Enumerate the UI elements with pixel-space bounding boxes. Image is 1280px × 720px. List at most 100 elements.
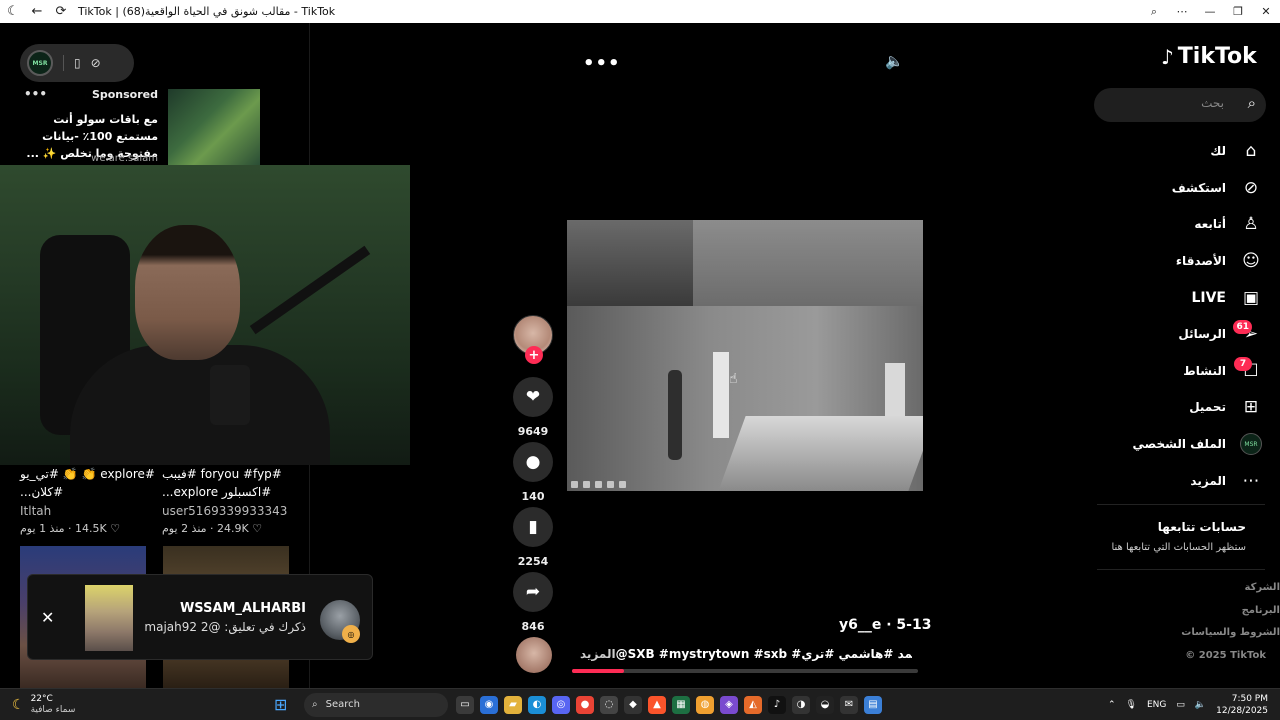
windows-start-icon[interactable]: ⊞	[274, 695, 298, 714]
sponsored-card[interactable]: ••• Sponsored مع باقات سولو أنت مستمتع 1…	[20, 85, 288, 165]
channel-avatar[interactable]: MSR	[27, 50, 53, 76]
caption-more-link[interactable]: المزيد	[580, 647, 616, 661]
discord-icon[interactable]: ◎	[552, 695, 570, 714]
sidebar-item-live[interactable]: LIVE ▣	[1082, 279, 1262, 316]
menu-icon[interactable]: ⋯	[1168, 0, 1196, 23]
copilot-icon[interactable]: ◉	[480, 695, 498, 714]
sidebar-item-messages[interactable]: الرسائل ➢ 61	[1082, 316, 1262, 353]
video-caption: المزيد @SXB #mystrytown #sxb #شونق #احمد…	[580, 647, 912, 661]
sidebar-item-following[interactable]: أتابعه ♙	[1082, 206, 1262, 243]
ad-thumbnail[interactable]	[168, 89, 260, 165]
app-badge-icon[interactable]: ◍	[696, 695, 714, 714]
system-tray: ⌃ 🎙 ENG ▭ 🔈 7:50 PM 12/28/2025	[1108, 693, 1280, 717]
app-icon[interactable]: ◈	[720, 695, 738, 714]
profile-avatar: MSR	[1240, 433, 1262, 456]
video-user: Itltah	[20, 504, 52, 518]
task-view-icon[interactable]: ▭	[456, 695, 474, 714]
app-icon[interactable]: ◆	[624, 695, 642, 714]
share-action[interactable]: ➦ 846	[513, 572, 553, 633]
mic-arm	[249, 245, 371, 335]
video-progress-bar[interactable]	[572, 669, 918, 673]
footer-program[interactable]: البرنامج	[1242, 605, 1280, 616]
weather-widget[interactable]: ☾ 22°C سماء صافية	[0, 694, 260, 715]
sidebar-item-friends[interactable]: الأصدقاء ☺	[1082, 243, 1262, 280]
sidebar-item-more[interactable]: المزيد ⋯	[1082, 462, 1262, 499]
sidebar-item-activity[interactable]: النشاط ☐ 7	[1082, 353, 1262, 390]
restore-button[interactable]: ❐	[1224, 0, 1252, 23]
footer-company[interactable]: الشركة	[1245, 582, 1280, 593]
divider	[1097, 504, 1265, 505]
sidebar-item-upload[interactable]: تحميل ⊞	[1082, 389, 1262, 426]
zoom-icon[interactable]: ⌕	[1140, 0, 1168, 23]
friends-icon: ☺	[1242, 251, 1260, 272]
notification-thumbnail[interactable]	[85, 585, 133, 651]
mobile-icon[interactable]: ▯	[74, 56, 81, 70]
video-controls	[571, 481, 626, 488]
app-icon[interactable]: ◭	[744, 695, 762, 714]
sidebar-item-foryou[interactable]: لك ⌂	[1082, 133, 1262, 170]
footer-terms[interactable]: الشروط والسياسات	[1181, 627, 1280, 638]
caption-user[interactable]: y6__e · 5-13	[839, 617, 931, 633]
tiktok-taskbar-icon[interactable]: ♪	[768, 695, 786, 714]
sidebar-item-profile[interactable]: الملف الشخصي MSR	[1082, 426, 1262, 463]
language-indicator[interactable]: ENG	[1147, 700, 1166, 710]
close-window-button[interactable]: ✕	[1252, 0, 1280, 23]
volume-icon[interactable]: 🔈	[885, 52, 904, 70]
activity-badge: 7	[1234, 356, 1252, 371]
sidebar-item-explore[interactable]: استكشف ⊘	[1082, 170, 1262, 207]
comment-icon[interactable]: ●	[513, 442, 553, 482]
tiktok-note-icon: ♪	[1161, 44, 1174, 69]
video-user: user5169339933343	[162, 504, 288, 518]
bookmark-icon[interactable]: ▮	[513, 507, 553, 547]
chrome-icon[interactable]: ●	[576, 695, 594, 714]
video-meta: ♡ 24.9K · منذ 2 يوم	[162, 522, 263, 535]
video-card[interactable]: #explore 👏 👏 #تي_يو #كلان... Itltah ♡ 14…	[20, 465, 160, 538]
close-icon[interactable]: ✕	[41, 608, 54, 627]
excel-icon[interactable]: ▦	[672, 695, 690, 714]
back-arrow-icon[interactable]: ←	[28, 3, 46, 21]
upload-icon: ⊞	[1243, 397, 1259, 418]
video-card[interactable]: #foryou #fyp #فيبب #اكسبلور explore... u…	[162, 465, 302, 538]
search-input[interactable]: بحث ⌕	[1094, 88, 1266, 122]
logo-text: TikTok	[1177, 44, 1257, 69]
video-wall	[693, 220, 923, 306]
comment-action[interactable]: ● 140	[513, 442, 553, 503]
more-options-icon[interactable]: •••	[583, 53, 621, 74]
save-action[interactable]: ▮ 2254	[513, 507, 553, 568]
photos-icon[interactable]: ▤	[864, 695, 882, 714]
heart-icon[interactable]: ❤	[513, 377, 553, 417]
follow-button[interactable]: +	[525, 346, 543, 364]
minimize-button[interactable]: —	[1196, 0, 1224, 23]
share-icon[interactable]: ➦	[513, 572, 553, 612]
search-icon[interactable]: ⌕	[1248, 94, 1256, 112]
tiktok-logo[interactable]: ♪ TikTok	[1161, 44, 1257, 69]
app-icon[interactable]: ◒	[816, 695, 834, 714]
video-lamp	[713, 352, 729, 438]
mouse-cursor-icon: ☝	[729, 371, 738, 387]
video-bed	[718, 416, 923, 491]
network-icon[interactable]: ▭	[1176, 700, 1185, 710]
chevron-up-icon[interactable]: ⌃	[1108, 700, 1116, 710]
file-explorer-icon[interactable]: ▰	[504, 695, 522, 714]
brave-icon[interactable]: ▲	[648, 695, 666, 714]
reload-icon[interactable]: ⟳	[52, 3, 70, 21]
mention-notification[interactable]: ✕ WSSAM_ALHARBI ذكرك في تعليق: @majah92 …	[27, 574, 373, 660]
sound-avatar[interactable]	[516, 637, 552, 673]
ad-options-icon[interactable]: •••	[24, 87, 47, 101]
compass-icon: ⊘	[1243, 177, 1259, 198]
video-player[interactable]	[567, 220, 923, 491]
like-action[interactable]: ❤ 9649	[513, 377, 553, 438]
steam-icon[interactable]: ◌	[600, 695, 618, 714]
share-count: 846	[521, 620, 545, 633]
ad-brand: we.are.salam	[91, 153, 158, 164]
taskbar-search[interactable]: ⌕ Search	[304, 692, 448, 717]
edge-icon[interactable]: ◐	[528, 695, 546, 714]
speaker-icon[interactable]: 🔈	[1195, 700, 1206, 710]
mic-icon[interactable]: 🎙	[1126, 700, 1137, 710]
caption-text: @SXB #mystrytown #sxb #شونق #احمد #هاشمي…	[615, 647, 912, 661]
compass-icon[interactable]: ⊘	[91, 56, 101, 70]
mail-icon[interactable]: ✉	[840, 695, 858, 714]
app-icon[interactable]: ◑	[792, 695, 810, 714]
clock[interactable]: 7:50 PM 12/28/2025	[1216, 693, 1268, 717]
windows-taskbar: ☾ 22°C سماء صافية ⊞ ⌕ Search ▭ ◉ ▰ ◐ ◎ ●…	[0, 688, 1280, 720]
